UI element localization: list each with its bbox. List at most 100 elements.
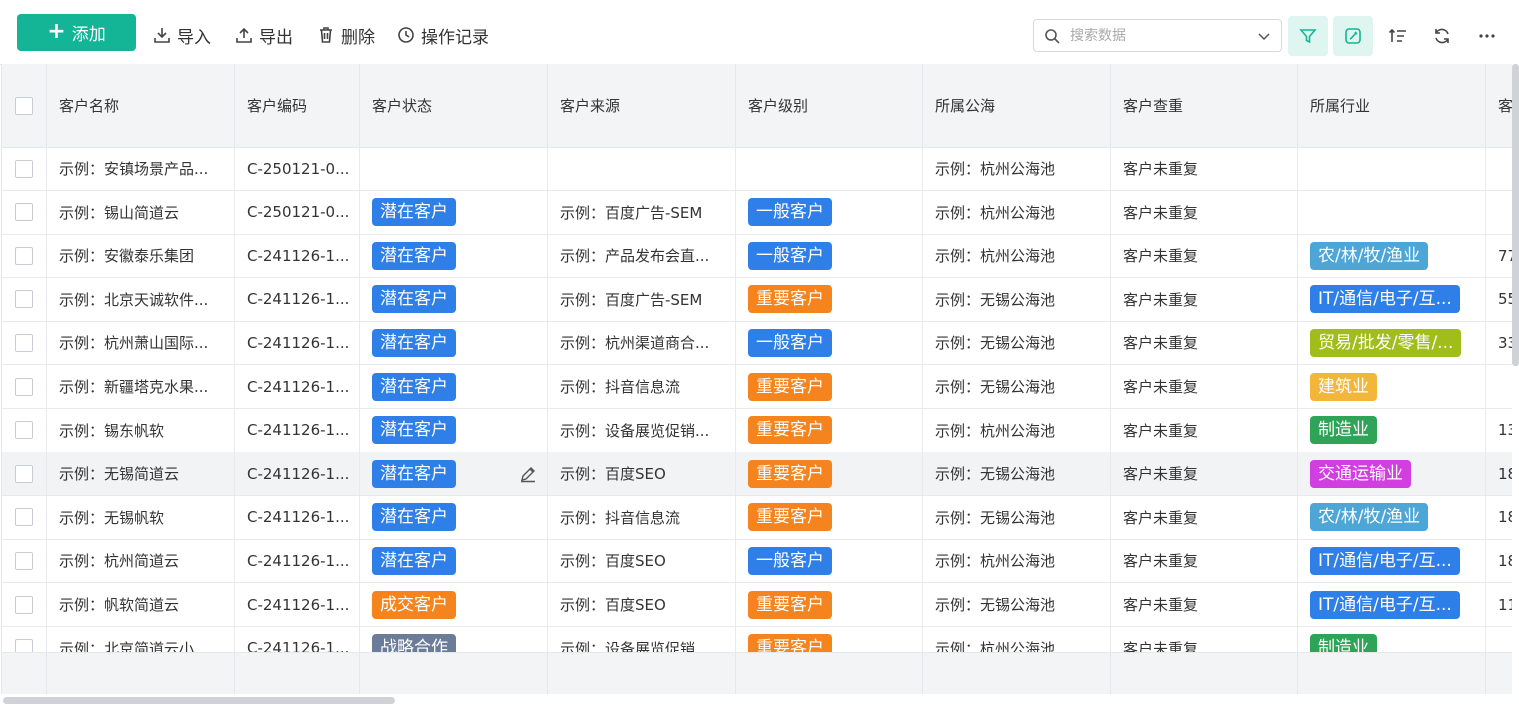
public-pool-cell[interactable]: 示例：无锡公海池 bbox=[923, 495, 1111, 539]
row-checkbox[interactable] bbox=[15, 377, 33, 396]
public-pool-cell[interactable]: 示例：无锡公海池 bbox=[923, 321, 1111, 365]
column-header[interactable]: 所属公海 bbox=[923, 64, 1111, 147]
customer-level-cell[interactable]: 重要客户 bbox=[736, 452, 923, 496]
table-row[interactable]: 示例：安镇场景产品... C-250121-0... 示例：杭州公海池 客户未重复 bbox=[2, 147, 1513, 191]
table-row[interactable]: 示例：安徽泰乐集团 C-241126-1... 潜在客户 示例：产品发布会直... 一般… bbox=[2, 234, 1513, 279]
customer-source-cell[interactable]: 示例：产品发布会直... bbox=[548, 234, 736, 278]
customer-name-cell[interactable]: 示例：帆软简道云 bbox=[47, 583, 235, 626]
row-checkbox[interactable] bbox=[15, 595, 33, 614]
customer-name-cell[interactable]: 示例：安镇场景产品... bbox=[47, 147, 235, 190]
duplicate-check-cell[interactable]: 客户未重复 bbox=[1111, 277, 1298, 321]
customer-status-cell[interactable]: 潜在客户 bbox=[360, 190, 548, 234]
customer-level-cell[interactable]: 一般客户 bbox=[736, 321, 923, 365]
operation-log-button[interactable]: 操作记录 bbox=[397, 22, 489, 48]
column-header[interactable]: 客户级别 bbox=[736, 64, 923, 147]
customer-code-cell[interactable]: C-241126-1... bbox=[235, 277, 360, 321]
customer-name-cell[interactable]: 示例：锡山简道云 bbox=[47, 190, 235, 234]
public-pool-cell[interactable]: 示例：杭州公海池 bbox=[923, 190, 1111, 234]
duplicate-check-cell[interactable]: 客户未重复 bbox=[1111, 408, 1298, 452]
customer-status-cell[interactable] bbox=[360, 147, 548, 190]
row-checkbox[interactable] bbox=[15, 508, 33, 527]
industry-cell[interactable]: 建筑业 bbox=[1298, 365, 1486, 408]
customer-code-cell[interactable]: C-250121-0... bbox=[235, 190, 360, 234]
vertical-scrollbar[interactable] bbox=[1512, 64, 1519, 694]
customer-status-cell[interactable]: 潜在客户 bbox=[360, 234, 548, 278]
row-checkbox[interactable] bbox=[15, 421, 33, 440]
customer-source-cell[interactable]: 示例：百度SEO bbox=[548, 539, 736, 583]
customer-status-cell[interactable]: 潜在客户 bbox=[360, 495, 548, 539]
customer-level-cell[interactable] bbox=[736, 147, 923, 190]
industry-cell[interactable]: 农/林/牧/渔业 bbox=[1298, 234, 1486, 278]
column-header[interactable]: 所属行业 bbox=[1298, 64, 1486, 147]
customer-level-cell[interactable]: 重要客户 bbox=[736, 495, 923, 539]
duplicate-check-cell[interactable]: 客户未重复 bbox=[1111, 147, 1298, 190]
customer-name-cell[interactable]: 示例：无锡简道云 bbox=[47, 452, 235, 496]
row-checkbox[interactable] bbox=[15, 551, 33, 570]
public-pool-cell[interactable]: 示例：杭州公海池 bbox=[923, 539, 1111, 583]
industry-cell[interactable]: IT/通信/电子/互... bbox=[1298, 583, 1486, 626]
horizontal-scroll-thumb[interactable] bbox=[3, 697, 395, 704]
row-checkbox[interactable] bbox=[15, 246, 33, 265]
public-pool-cell[interactable]: 示例：无锡公海池 bbox=[923, 452, 1111, 496]
public-pool-cell[interactable]: 示例：无锡公海池 bbox=[923, 277, 1111, 321]
delete-button[interactable]: 删除 bbox=[317, 22, 375, 48]
customer-code-cell[interactable]: C-241126-1... bbox=[235, 408, 360, 452]
customer-name-cell[interactable]: 示例：锡东帆软 bbox=[47, 408, 235, 452]
customer-status-cell[interactable]: 潜在客户 bbox=[360, 539, 548, 583]
table-row[interactable]: 示例：新疆塔克水果... C-241126-1... 潜在客户 示例：抖音信息流 重要客… bbox=[2, 365, 1513, 409]
customer-code-cell[interactable]: C-250121-0... bbox=[235, 147, 360, 190]
industry-cell[interactable]: IT/通信/电子/互... bbox=[1298, 539, 1486, 583]
customer-source-cell[interactable]: 示例：百度广告-SEM bbox=[548, 190, 736, 234]
filter-button[interactable] bbox=[1288, 16, 1328, 56]
customer-code-cell[interactable]: C-241126-1... bbox=[235, 539, 360, 583]
industry-cell[interactable]: 交通运输业 bbox=[1298, 452, 1486, 496]
table-row[interactable]: 示例：杭州简道云 C-241126-1... 潜在客户 示例：百度SEO 一般客户 示例：… bbox=[2, 539, 1513, 584]
sort-button[interactable] bbox=[1378, 16, 1418, 56]
customer-name-cell[interactable]: 示例：无锡帆软 bbox=[47, 495, 235, 539]
public-pool-cell[interactable]: 示例：杭州公海池 bbox=[923, 234, 1111, 278]
customer-name-cell[interactable]: 示例：新疆塔克水果... bbox=[47, 365, 235, 408]
customer-source-cell[interactable]: 示例：设备展览促销... bbox=[548, 408, 736, 452]
table-row[interactable]: 示例：帆软简道云 C-241126-1... 成交客户 示例：百度SEO 重要客户 示例：… bbox=[2, 583, 1513, 627]
customer-name-cell[interactable]: 示例：杭州简道云 bbox=[47, 539, 235, 583]
table-row[interactable]: 示例：无锡帆软 C-241126-1... 潜在客户 示例：抖音信息流 重要客户 示例：无… bbox=[2, 495, 1513, 540]
column-header[interactable]: 客户状态 bbox=[360, 64, 548, 147]
public-pool-cell[interactable]: 示例：无锡公海池 bbox=[923, 365, 1111, 408]
export-button[interactable]: 导出 bbox=[235, 22, 293, 48]
vertical-scroll-thumb[interactable] bbox=[1512, 64, 1519, 366]
public-pool-cell[interactable]: 示例：无锡公海池 bbox=[923, 583, 1111, 626]
horizontal-scrollbar[interactable] bbox=[0, 694, 1519, 706]
column-header[interactable]: 客户名称 bbox=[47, 64, 235, 147]
table-row[interactable]: 示例：无锡简道云 C-241126-1... 潜在客户 示例：百度SEO 重要客户 示例：… bbox=[2, 452, 1513, 497]
customer-status-cell[interactable]: 潜在客户 bbox=[360, 452, 548, 496]
customer-source-cell[interactable]: 示例：百度广告-SEM bbox=[548, 277, 736, 321]
industry-cell[interactable]: 农/林/牧/渔业 bbox=[1298, 495, 1486, 539]
customer-code-cell[interactable]: C-241126-1... bbox=[235, 583, 360, 626]
select-all-checkbox[interactable] bbox=[15, 96, 33, 115]
column-header[interactable]: 客户查重 bbox=[1111, 64, 1298, 147]
customer-status-cell[interactable]: 潜在客户 bbox=[360, 408, 548, 452]
customer-level-cell[interactable]: 一般客户 bbox=[736, 234, 923, 278]
table-row[interactable]: 示例：锡山简道云 C-250121-0... 潜在客户 示例：百度广告-SEM 一般客户… bbox=[2, 190, 1513, 235]
public-pool-cell[interactable]: 示例：杭州公海池 bbox=[923, 147, 1111, 190]
highlight-button[interactable] bbox=[1333, 16, 1373, 56]
customer-level-cell[interactable]: 重要客户 bbox=[736, 583, 923, 626]
customer-status-cell[interactable]: 成交客户 bbox=[360, 583, 548, 626]
customer-name-cell[interactable]: 示例：北京天诚软件... bbox=[47, 277, 235, 321]
customer-code-cell[interactable]: C-241126-1... bbox=[235, 452, 360, 496]
industry-cell[interactable]: 贸易/批发/零售/... bbox=[1298, 321, 1486, 365]
customer-level-cell[interactable]: 一般客户 bbox=[736, 539, 923, 583]
duplicate-check-cell[interactable]: 客户未重复 bbox=[1111, 495, 1298, 539]
duplicate-check-cell[interactable]: 客户未重复 bbox=[1111, 321, 1298, 365]
customer-level-cell[interactable]: 重要客户 bbox=[736, 277, 923, 321]
customer-code-cell[interactable]: C-241126-1... bbox=[235, 234, 360, 278]
customer-name-cell[interactable]: 示例：安徽泰乐集团 bbox=[47, 234, 235, 278]
customer-source-cell[interactable] bbox=[548, 147, 736, 190]
add-button[interactable]: + 添加 bbox=[17, 14, 136, 51]
column-header[interactable]: 客户来源 bbox=[548, 64, 736, 147]
customer-status-cell[interactable]: 潜在客户 bbox=[360, 321, 548, 365]
duplicate-check-cell[interactable]: 客户未重复 bbox=[1111, 234, 1298, 278]
duplicate-check-cell[interactable]: 客户未重复 bbox=[1111, 539, 1298, 583]
row-checkbox[interactable] bbox=[15, 333, 33, 352]
search-input[interactable] bbox=[1068, 26, 1249, 45]
